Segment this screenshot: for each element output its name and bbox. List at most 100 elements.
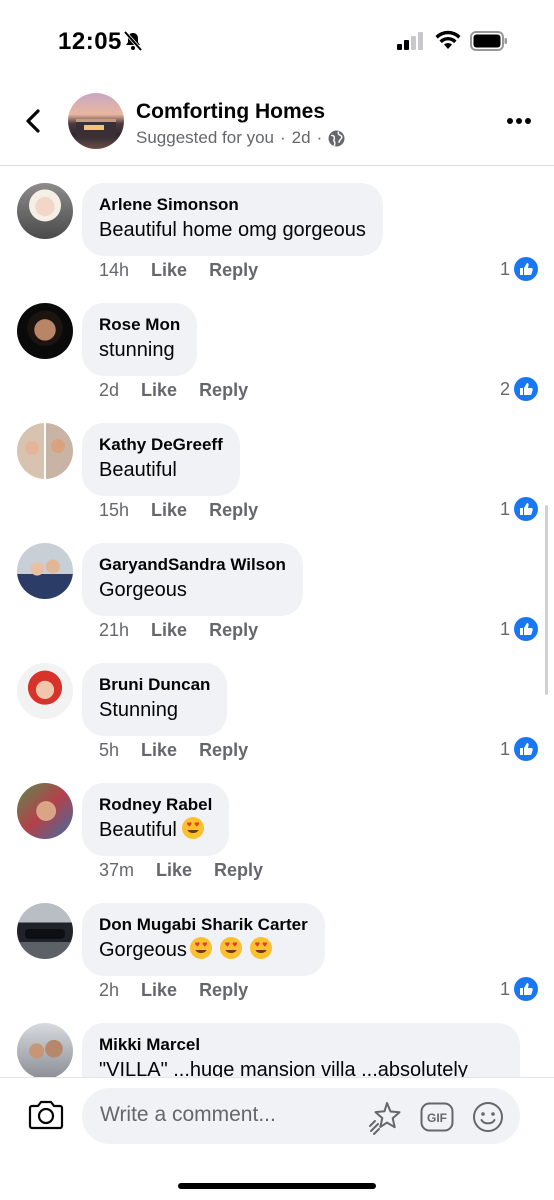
reply-button[interactable]: Reply <box>209 620 258 641</box>
reply-button[interactable]: Reply <box>209 500 258 521</box>
camera-icon[interactable] <box>28 1098 64 1130</box>
reply-button[interactable]: Reply <box>199 740 248 761</box>
thumbs-up-icon <box>514 497 538 521</box>
avatar[interactable] <box>17 303 73 359</box>
comment-bubble[interactable]: Rose Mon stunning <box>82 303 198 376</box>
comment-item: GaryandSandra Wilson Gorgeous 21h Like R… <box>0 527 554 647</box>
comment-bubble[interactable]: Bruni Duncan Stunning <box>82 663 228 736</box>
comment-text-row: Beautiful <box>99 816 212 844</box>
page-title[interactable]: Comforting Homes <box>136 100 325 124</box>
comment-input-placeholder: Write a comment... <box>100 1103 276 1126</box>
comment-time: 14h <box>99 260 130 280</box>
comment-actions: 15h Like Reply <box>99 500 258 521</box>
avatar[interactable] <box>17 663 73 719</box>
comment-bubble[interactable]: Rodney Rabel Beautiful <box>82 783 230 856</box>
like-button[interactable]: Like <box>151 620 187 641</box>
like-button[interactable]: Like <box>141 380 177 401</box>
thumbs-up-icon <box>514 617 538 641</box>
comment-actions: 2d Like Reply <box>99 380 248 401</box>
comment-input[interactable]: Write a comment... GIF <box>82 1088 520 1144</box>
reply-button[interactable]: Reply <box>214 860 263 881</box>
like-count: 2 <box>499 378 510 399</box>
status-time: 12:05 <box>58 28 122 55</box>
back-arrow-icon[interactable] <box>18 106 48 136</box>
comment-text: Gorgeous <box>99 939 187 961</box>
wifi-icon <box>435 30 461 49</box>
comment-text: "VILLA" ...huge mansion villa ...absolut… <box>99 1059 468 1077</box>
dot-separator: · <box>279 128 286 147</box>
more-options-icon[interactable] <box>506 116 532 126</box>
comment-time: 5h <box>99 740 120 760</box>
avatar[interactable] <box>17 903 73 959</box>
bell-off-icon <box>123 30 143 52</box>
comment-text-row: Gorgeous <box>99 936 308 964</box>
heart-eyes-emoji-icon <box>249 937 272 959</box>
commenter-name[interactable]: Kathy DeGreeff <box>99 434 223 456</box>
commenter-name[interactable]: Arlene Simonson <box>99 194 366 216</box>
comment-text: Beautiful <box>99 819 177 841</box>
sticker-icon[interactable] <box>368 1100 404 1136</box>
reaction-count[interactable]: 1 <box>500 737 538 761</box>
comment-item: Don Mugabi Sharik Carter Gorgeous 2h Lik… <box>0 887 554 1007</box>
suggested-label: Suggested for you <box>136 128 274 147</box>
comment-bubble[interactable]: Arlene Simonson Beautiful home omg gorge… <box>82 183 383 256</box>
comment-item: Kathy DeGreeff Beautiful 15h Like Reply … <box>0 407 554 527</box>
like-button[interactable]: Like <box>141 740 177 761</box>
comment-bubble[interactable]: GaryandSandra Wilson Gorgeous <box>82 543 303 616</box>
like-button[interactable]: Like <box>151 260 187 281</box>
comment-bubble[interactable]: Don Mugabi Sharik Carter Gorgeous <box>82 903 325 976</box>
comment-actions: 2h Like Reply <box>99 980 248 1001</box>
like-count: 1 <box>499 978 510 999</box>
comment-time: 21h <box>99 620 130 640</box>
emoji-picker-icon[interactable] <box>472 1101 504 1133</box>
comment-actions: 14h Like Reply <box>99 260 258 281</box>
reaction-count[interactable]: 1 <box>500 497 538 521</box>
reply-button[interactable]: Reply <box>209 260 258 281</box>
scrollbar[interactable] <box>545 505 548 695</box>
avatar[interactable] <box>17 783 73 839</box>
reaction-count[interactable]: 1 <box>500 977 538 1001</box>
reaction-count[interactable]: 1 <box>500 257 538 281</box>
reply-button[interactable]: Reply <box>199 980 248 1001</box>
heart-eyes-emoji-icon <box>189 937 212 959</box>
like-count: 1 <box>499 258 510 279</box>
commenter-name[interactable]: Bruni Duncan <box>99 674 210 696</box>
home-indicator[interactable] <box>178 1183 376 1189</box>
avatar[interactable] <box>17 183 73 239</box>
thumbs-up-icon <box>514 977 538 1001</box>
comment-item: Arlene Simonson Beautiful home omg gorge… <box>0 167 554 287</box>
reply-button[interactable]: Reply <box>199 380 248 401</box>
commenter-name[interactable]: Don Mugabi Sharik Carter <box>99 914 308 936</box>
avatar[interactable] <box>17 1023 73 1077</box>
commenter-name[interactable]: Rose Mon <box>99 314 180 336</box>
avatar[interactable] <box>17 423 73 479</box>
page-header: Comforting Homes Suggested for you · 2d … <box>0 80 554 166</box>
comment-text: Gorgeous <box>99 579 187 601</box>
comment-bubble[interactable]: Kathy DeGreeff Beautiful <box>82 423 240 496</box>
cellular-signal-icon <box>397 32 423 50</box>
comment-composer: Write a comment... GIF <box>0 1077 554 1200</box>
comment-bubble[interactable]: Mikki Marcel "VILLA" ...huge mansion vil… <box>82 1023 520 1077</box>
comment-actions: 21h Like Reply <box>99 620 258 641</box>
like-button[interactable]: Like <box>151 500 187 521</box>
comment-actions: 37m Like Reply <box>99 860 263 881</box>
avatar[interactable] <box>17 543 73 599</box>
like-button[interactable]: Like <box>156 860 192 881</box>
comment-item: Bruni Duncan Stunning 5h Like Reply 1 <box>0 647 554 767</box>
gif-icon[interactable]: GIF <box>420 1102 454 1132</box>
like-button[interactable]: Like <box>141 980 177 1001</box>
comment-item: Rose Mon stunning 2d Like Reply 2 <box>0 287 554 407</box>
heart-eyes-emoji-icon <box>181 817 204 839</box>
page-avatar[interactable] <box>68 93 124 149</box>
commenter-name[interactable]: Rodney Rabel <box>99 794 212 816</box>
heart-eyes-emoji-icon <box>219 937 242 959</box>
reaction-count[interactable]: 2 <box>500 377 538 401</box>
commenter-name[interactable]: Mikki Marcel <box>99 1034 503 1056</box>
reaction-count[interactable]: 1 <box>500 617 538 641</box>
comment-time: 37m <box>99 860 135 880</box>
comment-time: 2d <box>99 380 120 400</box>
commenter-name[interactable]: GaryandSandra Wilson <box>99 554 286 576</box>
like-count: 1 <box>499 738 510 759</box>
page-subtitle: Suggested for you · 2d · <box>136 128 345 148</box>
gif-label: GIF <box>427 1111 447 1125</box>
